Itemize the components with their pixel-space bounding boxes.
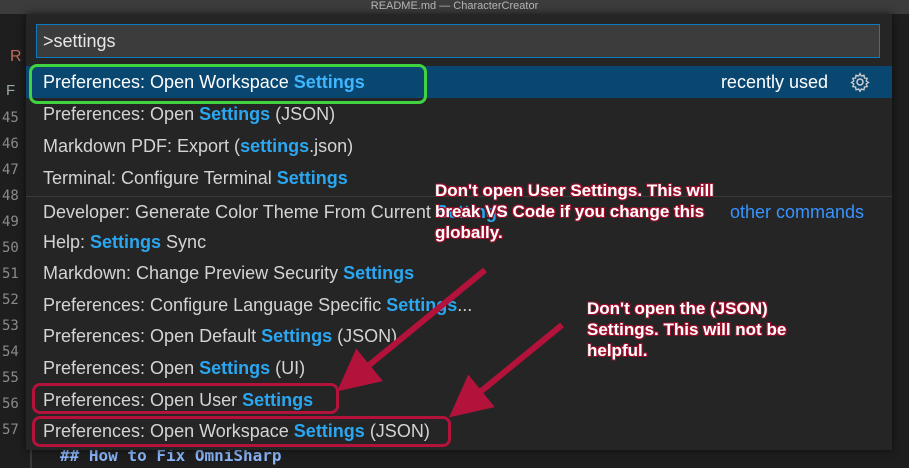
arrow-to-user-settings <box>337 267 487 392</box>
annotation-user-settings-warning: Don't open User Settings. This will brea… <box>435 181 714 242</box>
arrow-to-workspace-json <box>449 322 564 418</box>
annotation-json-warning: Don't open the (JSON) Settings. This wil… <box>587 299 787 360</box>
